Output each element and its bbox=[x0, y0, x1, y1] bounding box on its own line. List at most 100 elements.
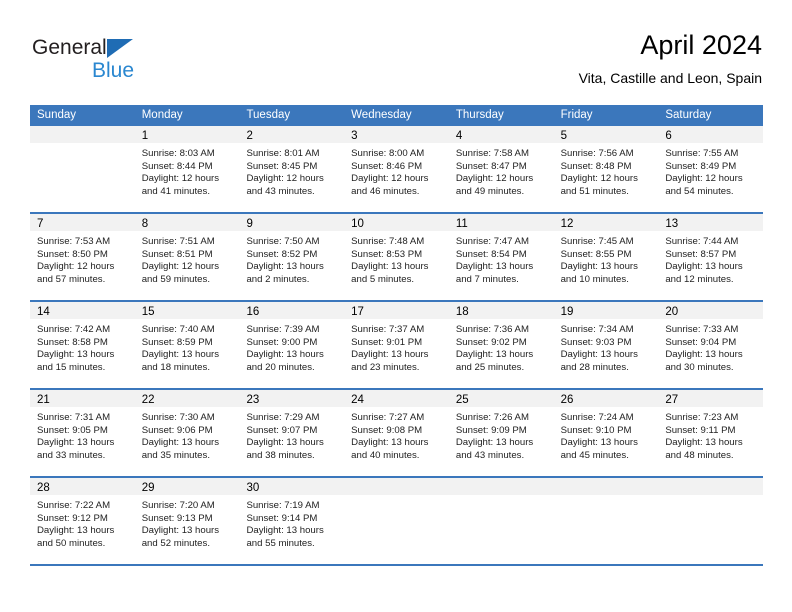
daylight-text-cont: and 40 minutes. bbox=[351, 449, 420, 461]
day-cell[interactable]: 26 Sunrise: 7:24 AM Sunset: 9:10 PM Dayligh… bbox=[553, 390, 659, 476]
daylight-text: Daylight: 13 hours bbox=[351, 261, 429, 273]
day-number: 4 bbox=[455, 130, 463, 142]
day-details: Sunrise: 7:53 AM Sunset: 8:50 PM Daylight:… bbox=[30, 231, 135, 286]
daylight-text: Daylight: 13 hours bbox=[141, 349, 220, 361]
day-cell[interactable]: 10 Sunrise: 7:48 AM Sunset: 8:53 PM Dayligh… bbox=[344, 214, 449, 300]
day-number: 1 bbox=[141, 130, 149, 142]
day-cell[interactable]: 5 Sunrise: 7:56 AM Sunset: 8:48 PM Daylight… bbox=[553, 126, 659, 212]
sunrise-text: Sunrise: 7:34 AM bbox=[560, 324, 634, 335]
day-cell[interactable]: 13 Sunrise: 7:44 AM Sunset: 8:57 PM Dayligh… bbox=[658, 214, 764, 300]
daylight-text: Daylight: 13 hours bbox=[665, 349, 743, 361]
daylight-text-cont: and 20 minutes. bbox=[246, 361, 315, 373]
day-cell[interactable]: 6 Sunrise: 7:55 AM Sunset: 8:49 PM Daylight… bbox=[658, 126, 764, 212]
sunset-text: Sunset: 8:44 PM bbox=[141, 160, 213, 172]
day-number-band: 26 bbox=[553, 390, 659, 407]
sunrise-text: Sunrise: 7:45 AM bbox=[560, 236, 634, 247]
day-cell[interactable]: 4 Sunrise: 7:58 AM Sunset: 8:47 PM Daylight… bbox=[448, 126, 554, 212]
sunrise-text: Sunrise: 7:31 AM bbox=[37, 412, 111, 423]
day-number-band: 9 bbox=[239, 214, 345, 231]
daylight-text: Daylight: 13 hours bbox=[351, 349, 429, 361]
day-cell[interactable]: 20 Sunrise: 7:33 AM Sunset: 9:04 PM Dayligh… bbox=[658, 302, 764, 388]
logo-text-blue: Blue bbox=[92, 59, 135, 82]
day-cell[interactable]: 12 Sunrise: 7:45 AM Sunset: 8:55 PM Dayligh… bbox=[553, 214, 659, 300]
day-number: 19 bbox=[560, 306, 574, 318]
day-cell[interactable]: 16 Sunrise: 7:39 AM Sunset: 9:00 PM Dayligh… bbox=[239, 302, 345, 388]
day-number-band: 7 bbox=[30, 214, 135, 231]
sunrise-text: Sunrise: 7:29 AM bbox=[246, 412, 320, 423]
day-cell[interactable]: 23 Sunrise: 7:29 AM Sunset: 9:07 PM Dayligh… bbox=[239, 390, 345, 476]
daylight-text: Daylight: 12 hours bbox=[665, 173, 743, 185]
calendar-page: General Blue April 2024 Vita, Castille a… bbox=[0, 0, 792, 612]
calendar-week-row: 1 Sunrise: 8:03 AM Sunset: 8:44 PM Daylight… bbox=[30, 126, 764, 214]
day-number-band: 12 bbox=[553, 214, 659, 231]
sunset-text: Sunset: 8:58 PM bbox=[37, 336, 108, 348]
day-cell[interactable]: 11 Sunrise: 7:47 AM Sunset: 8:54 PM Dayligh… bbox=[448, 214, 554, 300]
generalblue-logo: General Blue bbox=[32, 36, 172, 88]
day-number-band: 1 bbox=[134, 126, 240, 143]
daylight-text-cont: and 28 minutes. bbox=[560, 361, 629, 373]
day-cell[interactable]: 9 Sunrise: 7:50 AM Sunset: 8:52 PM Daylight… bbox=[239, 214, 345, 300]
day-cell[interactable]: 1 Sunrise: 8:03 AM Sunset: 8:44 PM Daylight… bbox=[134, 126, 240, 212]
day-details: Sunrise: 7:19 AM Sunset: 9:14 PM Daylight:… bbox=[239, 495, 344, 550]
day-details: Sunrise: 7:33 AM Sunset: 9:04 PM Daylight:… bbox=[658, 319, 763, 374]
day-cell[interactable]: 2 Sunrise: 8:01 AM Sunset: 8:45 PM Daylight… bbox=[239, 126, 345, 212]
day-number: 28 bbox=[37, 482, 50, 494]
daylight-text-cont: and 30 minutes. bbox=[665, 361, 734, 373]
day-cell[interactable]: 29 Sunrise: 7:20 AM Sunset: 9:13 PM Dayligh… bbox=[134, 478, 240, 564]
day-details: Sunrise: 7:42 AM Sunset: 8:58 PM Daylight:… bbox=[30, 319, 135, 374]
daylight-text: Daylight: 13 hours bbox=[141, 525, 220, 537]
logo-triangle-icon bbox=[107, 39, 133, 58]
calendar-week-row: 21 Sunrise: 7:31 AM Sunset: 9:05 PM Dayligh… bbox=[30, 390, 764, 478]
day-number-band: 29 bbox=[134, 478, 240, 495]
daylight-text: Daylight: 13 hours bbox=[37, 349, 115, 361]
day-number: 11 bbox=[455, 218, 468, 230]
sunset-text: Sunset: 8:59 PM bbox=[141, 336, 213, 348]
sunset-text: Sunset: 8:54 PM bbox=[455, 248, 527, 260]
daylight-text-cont: and 10 minutes. bbox=[560, 273, 629, 285]
sunset-text: Sunset: 8:45 PM bbox=[246, 160, 318, 172]
day-cell[interactable]: 28 Sunrise: 7:22 AM Sunset: 9:12 PM Dayligh… bbox=[30, 478, 135, 564]
day-details: Sunrise: 7:27 AM Sunset: 9:08 PM Daylight:… bbox=[344, 407, 449, 462]
day-cell[interactable]: 15 Sunrise: 7:40 AM Sunset: 8:59 PM Dayligh… bbox=[134, 302, 240, 388]
day-details: Sunrise: 7:31 AM Sunset: 9:05 PM Daylight:… bbox=[30, 407, 135, 462]
sunset-text: Sunset: 9:03 PM bbox=[560, 336, 632, 348]
daylight-text: Daylight: 13 hours bbox=[560, 437, 638, 449]
daylight-text: Daylight: 12 hours bbox=[351, 173, 429, 185]
sunset-text: Sunset: 9:01 PM bbox=[351, 336, 423, 348]
daylight-text-cont: and 51 minutes. bbox=[560, 185, 629, 197]
day-cell[interactable]: 21 Sunrise: 7:31 AM Sunset: 9:05 PM Dayligh… bbox=[30, 390, 135, 476]
day-cell[interactable]: 27 Sunrise: 7:23 AM Sunset: 9:11 PM Dayligh… bbox=[658, 390, 764, 476]
day-number-band: 23 bbox=[239, 390, 345, 407]
day-details: Sunrise: 7:44 AM Sunset: 8:57 PM Daylight:… bbox=[658, 231, 763, 286]
day-details: Sunrise: 8:00 AM Sunset: 8:46 PM Daylight:… bbox=[344, 143, 449, 198]
sunset-text: Sunset: 8:51 PM bbox=[141, 248, 213, 260]
sunrise-text: Sunrise: 7:56 AM bbox=[560, 148, 634, 159]
daylight-text-cont: and 35 minutes. bbox=[141, 449, 210, 461]
daylight-text-cont: and 57 minutes. bbox=[37, 273, 106, 285]
day-cell[interactable]: 19 Sunrise: 7:34 AM Sunset: 9:03 PM Dayligh… bbox=[553, 302, 659, 388]
sunrise-text: Sunrise: 7:23 AM bbox=[665, 412, 739, 423]
sunset-text: Sunset: 9:08 PM bbox=[351, 424, 423, 436]
day-cell[interactable]: 3 Sunrise: 8:00 AM Sunset: 8:46 PM Daylight… bbox=[344, 126, 449, 212]
day-cell[interactable]: 8 Sunrise: 7:51 AM Sunset: 8:51 PM Daylight… bbox=[134, 214, 240, 300]
day-number: 30 bbox=[246, 482, 260, 494]
day-cell[interactable]: 18 Sunrise: 7:36 AM Sunset: 9:02 PM Dayligh… bbox=[448, 302, 554, 388]
day-number: 25 bbox=[455, 394, 469, 406]
day-cell[interactable]: 25 Sunrise: 7:26 AM Sunset: 9:09 PM Dayligh… bbox=[448, 390, 554, 476]
day-cell[interactable]: 24 Sunrise: 7:27 AM Sunset: 9:08 PM Dayligh… bbox=[344, 390, 449, 476]
day-number-band: 15 bbox=[134, 302, 240, 319]
day-cell[interactable]: 14 Sunrise: 7:42 AM Sunset: 8:58 PM Dayligh… bbox=[30, 302, 135, 388]
day-number-band: 25 bbox=[448, 390, 554, 407]
day-cell[interactable]: 17 Sunrise: 7:37 AM Sunset: 9:01 PM Dayligh… bbox=[344, 302, 449, 388]
daylight-text: Daylight: 13 hours bbox=[560, 349, 638, 361]
daylight-text: Daylight: 13 hours bbox=[665, 437, 743, 449]
day-cell[interactable]: 7 Sunrise: 7:53 AM Sunset: 8:50 PM Daylight… bbox=[30, 214, 135, 300]
sunrise-text: Sunrise: 7:47 AM bbox=[455, 236, 529, 247]
sunrise-text: Sunrise: 7:58 AM bbox=[455, 148, 529, 159]
sunrise-text: Sunrise: 8:03 AM bbox=[141, 148, 215, 159]
day-cell-empty bbox=[448, 478, 554, 564]
day-cell[interactable]: 30 Sunrise: 7:19 AM Sunset: 9:14 PM Dayligh… bbox=[239, 478, 345, 564]
sunrise-text: Sunrise: 7:36 AM bbox=[455, 324, 529, 335]
day-cell[interactable]: 22 Sunrise: 7:30 AM Sunset: 9:06 PM Dayligh… bbox=[134, 390, 240, 476]
day-number: 3 bbox=[351, 130, 358, 142]
